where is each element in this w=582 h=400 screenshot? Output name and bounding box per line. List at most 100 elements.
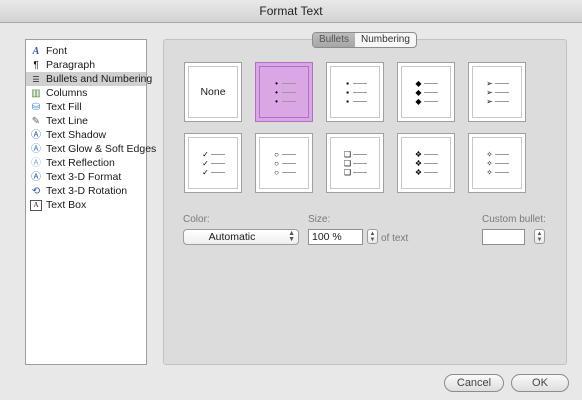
bullet-style-none[interactable]: None (184, 62, 242, 122)
sidebar-item-text-reflection[interactable]: Ⓐ Text Reflection (26, 156, 146, 170)
bullet-text-line (423, 162, 438, 164)
sidebar-item-font[interactable]: A Font (26, 44, 146, 58)
tab-switcher: Bullets Numbering (312, 32, 417, 48)
category-sidebar: A Font ¶ Paragraph ☰ Bullets and Numberi… (25, 39, 156, 365)
bullet-style-arrow[interactable]: ➢ ➢ ➢ (468, 62, 526, 122)
sidebar-item-label: Text 3-D Rotation (46, 185, 128, 197)
bullet-line: ○ (273, 168, 296, 177)
ok-button[interactable]: OK (511, 374, 569, 392)
bullet-text-line (494, 100, 509, 102)
bullet-line: ❖ (415, 150, 438, 159)
bullet-line: ❖ (415, 168, 438, 177)
bullet-glyph: ❖ (414, 158, 423, 168)
sidebar-item-label: Text Glow & Soft Edges (46, 143, 157, 155)
bullet-text-line (494, 91, 509, 93)
bullet-text-line (352, 162, 367, 164)
sidebar-item-columns[interactable]: ▥ Columns (26, 86, 146, 100)
bullet-line: ✓ (202, 150, 225, 159)
sidebar-item-text-3d-format[interactable]: Ⓐ Text 3-D Format (26, 170, 146, 184)
bullet-glyph: ❑ (343, 167, 352, 177)
bullet-glyph: ✓ (202, 158, 209, 168)
bullet-text-line (281, 171, 296, 173)
bullets-icon: ☰ (32, 74, 40, 84)
bullet-style-fourpoint[interactable]: ❖ ❖ ❖ (397, 133, 455, 193)
bullet-text-line (494, 82, 509, 84)
bullet-line: ✓ (202, 168, 225, 177)
text-reflection-icon: Ⓐ (31, 157, 41, 169)
bullet-glyph: ➢ (486, 87, 493, 97)
bullet-text-line (281, 91, 296, 93)
bullet-line: ✓ (202, 159, 225, 168)
bullet-preview: ▪ ▪ ▪ (330, 66, 380, 118)
custom-bullet-field[interactable] (482, 229, 525, 245)
color-popup[interactable]: Automatic ▲ ▼ (183, 229, 299, 245)
sidebar-item-label: Text Shadow (46, 129, 107, 141)
sidebar-item-label: Text Box (46, 199, 87, 211)
sidebar-item-text-glow[interactable]: Ⓐ Text Glow & Soft Edges (26, 142, 156, 156)
size-input[interactable]: 100 % (308, 229, 363, 245)
bullet-text-line (352, 171, 367, 173)
bullet-line: ➢ (486, 97, 509, 106)
bullet-style-star[interactable]: ✧ ✧ ✧ (468, 133, 526, 193)
text-3d-format-icon: Ⓐ (31, 171, 41, 183)
bullet-line: • (273, 79, 296, 88)
sidebar-item-text-3d-rotation[interactable]: ⟲ Text 3-D Rotation (26, 184, 146, 198)
bullet-text-line (210, 162, 225, 164)
custom-bullet-button[interactable]: ▲ ▼ (534, 229, 545, 244)
bullet-glyph: ▪ (346, 78, 349, 88)
bullet-line: ◆ (415, 79, 438, 88)
bullet-style-dot[interactable]: • • • (255, 62, 313, 122)
tab-bullets[interactable]: Bullets (313, 33, 356, 47)
bullet-glyph: ○ (274, 158, 279, 168)
bullet-glyph: ❖ (414, 149, 423, 159)
bullet-text-line (494, 162, 509, 164)
bullet-line: ✧ (486, 159, 509, 168)
bullet-style-circle[interactable]: ○ ○ ○ (255, 133, 313, 193)
bullet-glyph: ◆ (415, 78, 422, 88)
bullet-text-line (423, 171, 438, 173)
bullet-style-check[interactable]: ✓ ✓ ✓ (184, 133, 242, 193)
bullet-style-diamond[interactable]: ◆ ◆ ◆ (397, 62, 455, 122)
sidebar-item-text-shadow[interactable]: Ⓐ Text Shadow (26, 128, 146, 142)
sidebar-item-text-line[interactable]: ✎ Text Line (26, 114, 146, 128)
stepper-arrows-icon: ▲ ▼ (536, 231, 543, 243)
sidebar-item-label: Columns (46, 87, 88, 99)
sidebar-item-label: Text Line (46, 115, 89, 127)
bullet-text-line (494, 153, 509, 155)
bullet-style-square[interactable]: ▪ ▪ ▪ (326, 62, 384, 122)
bullet-text-line (423, 153, 438, 155)
bullet-text-line (210, 171, 225, 173)
sidebar-item-text-box[interactable]: A Text Box (26, 198, 146, 212)
bullet-glyph: ➢ (486, 96, 493, 106)
bullet-glyph: ❖ (414, 167, 423, 177)
cancel-button[interactable]: Cancel (444, 374, 504, 392)
columns-icon: ▥ (31, 87, 41, 99)
bullet-glyph: • (275, 96, 278, 106)
bullet-glyph: ✓ (202, 149, 209, 159)
color-value: Automatic (208, 231, 256, 243)
bullet-text-line (494, 171, 509, 173)
bullet-line: ✧ (486, 168, 509, 177)
size-label: Size: (308, 214, 331, 225)
custom-bullet-label: Custom bullet: (482, 214, 546, 225)
tab-numbering[interactable]: Numbering (355, 33, 416, 47)
sidebar-item-paragraph[interactable]: ¶ Paragraph (26, 58, 146, 72)
window-title: Format Text (0, 0, 582, 23)
bullet-glyph: ○ (274, 149, 279, 159)
size-stepper[interactable]: ▲ ▼ (367, 229, 378, 244)
bullet-glyph: ◆ (415, 87, 422, 97)
bullet-line: ➢ (486, 88, 509, 97)
bullet-glyph: ✧ (486, 158, 493, 168)
bullet-text-line (281, 162, 296, 164)
bullet-style-box[interactable]: ❑ ❑ ❑ (326, 133, 384, 193)
bullet-glyph: • (275, 78, 278, 88)
bullet-text-line (281, 100, 296, 102)
bullet-line: ❑ (344, 159, 367, 168)
sidebar-item-bullets-and-numbering[interactable]: ☰ Bullets and Numbering (26, 72, 152, 86)
sidebar-item-text-fill[interactable]: ⛁ Text Fill (26, 100, 146, 114)
font-icon: A (32, 45, 40, 57)
sidebar-item-label: Font (46, 45, 68, 57)
bullet-glyph: ❑ (343, 149, 352, 159)
bullet-preview: None (188, 66, 238, 118)
bullet-glyph: ▪ (346, 96, 349, 106)
